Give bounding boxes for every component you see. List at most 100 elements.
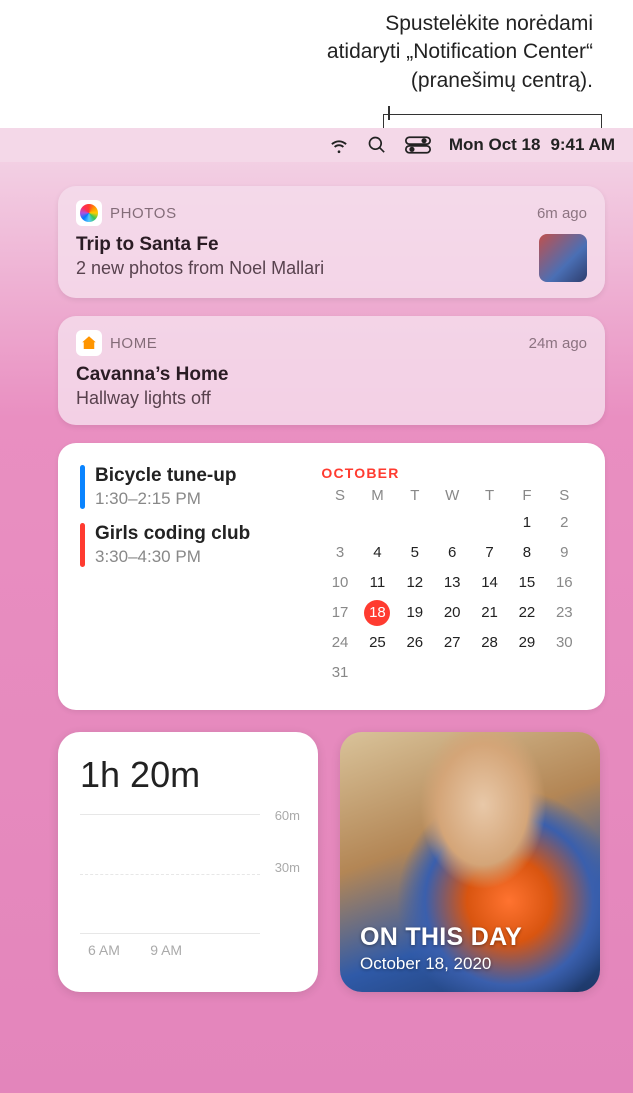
calendar-day[interactable]: 7 — [471, 538, 508, 568]
menu-bar: Mon Oct 18 9:41 AM — [0, 128, 633, 162]
callout-line-3: (pranešimų centrą). — [80, 67, 593, 95]
calendar-day[interactable]: 8 — [508, 538, 545, 568]
callout-line-2: atidaryti „Notification Center“ — [80, 38, 593, 66]
screen-time-total: 1h 20m — [80, 754, 300, 796]
screen-time-widget[interactable]: 1h 20m 60m 30m 6 AM 9 AM — [58, 732, 318, 992]
calendar-day[interactable]: 1 — [508, 508, 545, 538]
menubar-date: Mon Oct 18 — [449, 135, 541, 155]
screen-time-chart: 60m 30m 6 AM 9 AM — [80, 814, 300, 964]
help-callout-text: Spustelėkite norėdami atidaryti „Notific… — [80, 10, 593, 95]
chart-xlabel: 6 AM — [88, 942, 120, 958]
calendar-day — [396, 508, 433, 538]
event-title: Girls coding club — [95, 523, 250, 545]
memories-date: October 18, 2020 — [360, 954, 522, 974]
spotlight-search-icon[interactable] — [367, 135, 387, 155]
calendar-day[interactable]: 6 — [434, 538, 471, 568]
notification-time: 6m ago — [537, 205, 587, 222]
calendar-day — [321, 508, 358, 538]
calendar-day[interactable]: 17 — [321, 598, 358, 628]
notification-home[interactable]: HOME 24m ago Cavanna’s Home Hallway ligh… — [58, 316, 605, 425]
notification-thumbnail — [539, 234, 587, 282]
calendar-month: OCTOBER SMTWTFS 123456789101112131415161… — [321, 465, 583, 688]
calendar-month-label: OCTOBER — [321, 465, 583, 481]
calendar-day — [359, 508, 396, 538]
widgets-row: 1h 20m 60m 30m 6 AM 9 AM ON THIS DAY O — [0, 732, 633, 992]
calendar-events-list: Bicycle tune-up1:30–2:15 PM Girls coding … — [80, 465, 311, 688]
calendar-dow: M — [359, 487, 396, 504]
notification-subtitle: 2 new photos from Noel Mallari — [76, 258, 324, 279]
calendar-day[interactable]: 2 — [546, 508, 583, 538]
calendar-dow: S — [321, 487, 358, 504]
calendar-day[interactable]: 15 — [508, 568, 545, 598]
calendar-day — [396, 658, 433, 688]
notification-title: Trip to Santa Fe — [76, 234, 324, 256]
calendar-day[interactable]: 18 — [364, 600, 390, 626]
calendar-dow: T — [396, 487, 433, 504]
calendar-day[interactable]: 11 — [359, 568, 396, 598]
callout-bracket — [383, 114, 602, 124]
calendar-day[interactable]: 19 — [396, 598, 433, 628]
chart-ylabel-top: 60m — [275, 808, 300, 823]
calendar-day — [434, 508, 471, 538]
event-time: 3:30–4:30 PM — [95, 547, 250, 567]
calendar-day[interactable]: 21 — [471, 598, 508, 628]
notification-app-name: PHOTOS — [110, 205, 529, 222]
calendar-day — [434, 658, 471, 688]
calendar-day[interactable]: 22 — [508, 598, 545, 628]
calendar-widget[interactable]: Bicycle tune-up1:30–2:15 PM Girls coding … — [58, 443, 605, 710]
calendar-day[interactable]: 31 — [321, 658, 358, 688]
calendar-dow-row: SMTWTFS — [321, 487, 583, 504]
photos-app-icon — [76, 200, 102, 226]
chart-bars — [88, 829, 256, 934]
notification-app-name: HOME — [110, 335, 521, 352]
notification-photos[interactable]: PHOTOS 6m ago Trip to Santa Fe 2 new pho… — [58, 186, 605, 298]
calendar-day[interactable]: 9 — [546, 538, 583, 568]
event-color-bar — [80, 523, 85, 567]
calendar-day[interactable]: 27 — [434, 628, 471, 658]
wifi-icon[interactable] — [329, 135, 349, 155]
calendar-day[interactable]: 10 — [321, 568, 358, 598]
calendar-day[interactable]: 12 — [396, 568, 433, 598]
menubar-time: 9:41 AM — [550, 135, 615, 155]
home-app-icon — [76, 330, 102, 356]
calendar-day[interactable]: 13 — [434, 568, 471, 598]
calendar-dow: T — [471, 487, 508, 504]
calendar-day[interactable]: 26 — [396, 628, 433, 658]
calendar-day[interactable]: 14 — [471, 568, 508, 598]
calendar-event[interactable]: Bicycle tune-up1:30–2:15 PM — [80, 465, 311, 509]
calendar-day[interactable]: 3 — [321, 538, 358, 568]
menubar-clock[interactable]: Mon Oct 18 9:41 AM — [449, 135, 615, 155]
calendar-day[interactable]: 28 — [471, 628, 508, 658]
event-title: Bicycle tune-up — [95, 465, 236, 487]
calendar-day[interactable]: 30 — [546, 628, 583, 658]
callout-line-1: Spustelėkite norėdami — [80, 10, 593, 38]
event-color-bar — [80, 465, 85, 509]
calendar-day[interactable]: 24 — [321, 628, 358, 658]
chart-ylabel-mid: 30m — [275, 860, 300, 875]
memories-title: ON THIS DAY — [360, 923, 522, 952]
calendar-day — [508, 658, 545, 688]
calendar-day — [471, 658, 508, 688]
calendar-day — [359, 658, 396, 688]
control-center-icon[interactable] — [405, 136, 431, 154]
calendar-dow: S — [546, 487, 583, 504]
calendar-day[interactable]: 29 — [508, 628, 545, 658]
calendar-day[interactable]: 16 — [546, 568, 583, 598]
chart-xlabel: 9 AM — [150, 942, 182, 958]
calendar-day[interactable]: 4 — [359, 538, 396, 568]
notification-center: PHOTOS 6m ago Trip to Santa Fe 2 new pho… — [0, 162, 633, 710]
calendar-day[interactable]: 25 — [359, 628, 396, 658]
calendar-dow: F — [508, 487, 545, 504]
photos-memories-widget[interactable]: ON THIS DAY October 18, 2020 — [340, 732, 600, 992]
calendar-day — [546, 658, 583, 688]
calendar-day — [471, 508, 508, 538]
notification-subtitle: Hallway lights off — [76, 388, 587, 409]
notification-time: 24m ago — [529, 335, 587, 352]
desktop: Mon Oct 18 9:41 AM PHOTOS 6m ago Trip to… — [0, 128, 633, 1093]
calendar-weeks: 1234567891011121314151617181920212223242… — [321, 508, 583, 688]
calendar-day[interactable]: 20 — [434, 598, 471, 628]
notification-title: Cavanna’s Home — [76, 364, 587, 386]
calendar-event[interactable]: Girls coding club3:30–4:30 PM — [80, 523, 311, 567]
calendar-day[interactable]: 23 — [546, 598, 583, 628]
calendar-day[interactable]: 5 — [396, 538, 433, 568]
